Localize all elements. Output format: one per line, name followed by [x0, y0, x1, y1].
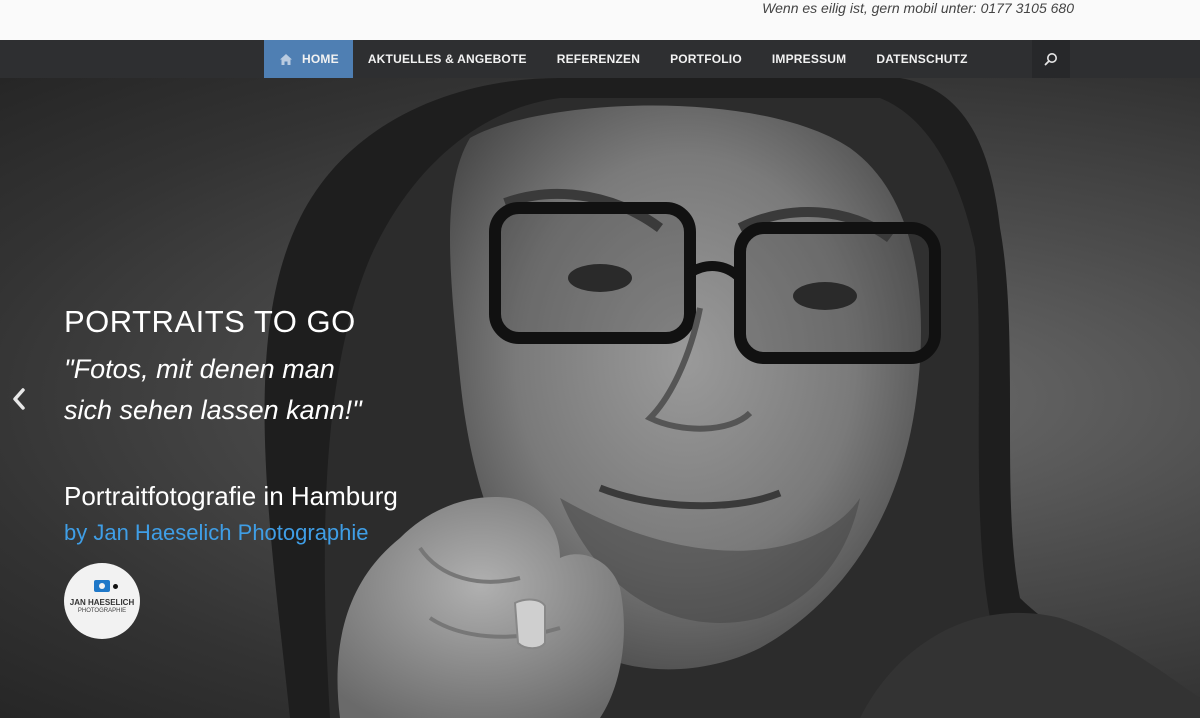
nav-label-home: HOME — [302, 52, 339, 66]
camera-icon — [94, 580, 110, 592]
nav-label-referenzen: REFERENZEN — [556, 52, 641, 66]
hero-quote-line-2: sich sehen lassen kann!" — [64, 395, 362, 425]
logo-dot — [113, 584, 118, 589]
nav-label-impressum: IMPRESSUM — [771, 52, 847, 66]
hero-subtitle: Portraitfotografie in Hamburg — [64, 481, 398, 511]
search-icon — [1044, 53, 1057, 66]
nav-label-datenschutz: DATENSCHUTZ — [876, 52, 968, 66]
nav-label-aktuelles: AKTUELLES & ANGEBOTE — [367, 52, 527, 66]
hero-slider: PORTRAITS TO GO "Fotos, mit denen man si… — [0, 78, 1200, 718]
nav-item-impressum[interactable]: IMPRESSUM — [757, 40, 861, 78]
main-navigation: HOME AKTUELLES & ANGEBOTE REFERENZEN POR… — [0, 40, 1200, 78]
nav-item-datenschutz[interactable]: DATENSCHUTZ — [861, 40, 982, 78]
hero-quote-line-1: "Fotos, mit denen man — [64, 354, 335, 384]
home-icon — [280, 53, 292, 65]
nav-item-home[interactable]: HOME — [264, 40, 353, 78]
nav-item-referenzen[interactable]: REFERENZEN — [542, 40, 655, 78]
brand-logo: JAN HAESELICH PHOTOGRAPHIE — [64, 563, 140, 639]
hero-title: PORTRAITS TO GO — [64, 304, 356, 339]
search-button[interactable] — [1032, 40, 1070, 78]
nav-item-portfolio[interactable]: PORTFOLIO — [655, 40, 757, 78]
chevron-left-icon[interactable] — [8, 386, 30, 412]
contact-info: Wenn es eilig ist, gern mobil unter: 017… — [762, 0, 1074, 16]
nav-label-portfolio: PORTFOLIO — [670, 52, 742, 66]
hero-byline[interactable]: by Jan Haeselich Photographie — [64, 520, 369, 546]
logo-subtitle: PHOTOGRAPHIE — [77, 608, 127, 614]
logo-name: JAN HAESELICH — [69, 598, 135, 607]
top-bar: Wenn es eilig ist, gern mobil unter: 017… — [0, 0, 1200, 40]
nav-menu: HOME AKTUELLES & ANGEBOTE REFERENZEN POR… — [264, 40, 983, 78]
nav-item-aktuelles[interactable]: AKTUELLES & ANGEBOTE — [353, 40, 542, 78]
